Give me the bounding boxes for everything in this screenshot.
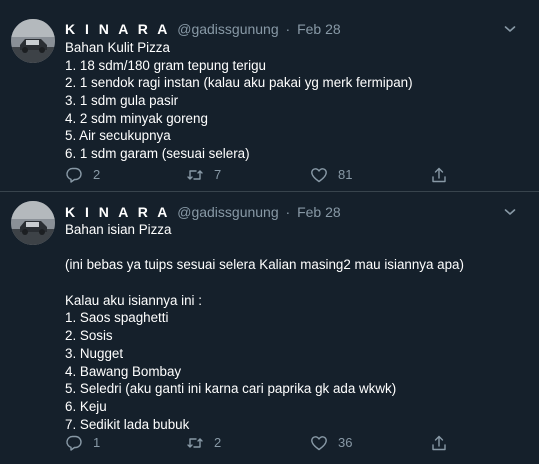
reply-count: 1 bbox=[93, 435, 101, 450]
tweet-line: 1. 18 sdm/180 gram tepung terigu bbox=[65, 57, 266, 73]
tweet-line: 6. Keju bbox=[65, 398, 107, 414]
share-button[interactable] bbox=[430, 165, 448, 185]
tweet-line: Kalau aku isiannya ini : bbox=[65, 292, 202, 308]
action-bar: 2 7 81 bbox=[65, 165, 539, 185]
action-bar: 1 2 36 bbox=[65, 433, 539, 453]
like-count: 81 bbox=[338, 167, 353, 182]
tweet-line: 5. Air secukupnya bbox=[65, 128, 171, 144]
retweet-button[interactable]: 7 bbox=[186, 165, 221, 185]
share-icon bbox=[432, 435, 446, 451]
tweet[interactable]: K I N A R A @gadissgunung · Feb 28 Bahan… bbox=[0, 0, 539, 192]
tweet-text: Bahan Kulit Pizza 1. 18 sdm/180 gram tep… bbox=[65, 39, 529, 163]
tweet-line: 5. Seledri (aku ganti ini karna cari pap… bbox=[65, 381, 397, 397]
tweet-date[interactable]: Feb 28 bbox=[297, 21, 341, 37]
chevron-down-icon[interactable] bbox=[501, 203, 519, 221]
like-button[interactable]: 36 bbox=[310, 433, 352, 453]
tweet-text: Bahan isian Pizza (ini bebas ya tuips se… bbox=[65, 221, 529, 433]
reply-button[interactable]: 2 bbox=[65, 165, 100, 185]
tweet-line: Bahan isian Pizza bbox=[65, 222, 172, 237]
tweet-line: 4. Bawang Bombay bbox=[65, 363, 182, 379]
tweet-line: Bahan Kulit Pizza bbox=[65, 40, 170, 55]
share-button[interactable] bbox=[430, 433, 448, 453]
tweet-line: 2. Sosis bbox=[65, 328, 113, 344]
reply-button[interactable]: 1 bbox=[65, 433, 100, 453]
heart-icon bbox=[311, 436, 327, 451]
timeline: K I N A R A @gadissgunung · Feb 28 Bahan… bbox=[0, 0, 539, 464]
like-button[interactable]: 81 bbox=[310, 165, 352, 185]
reply-count: 2 bbox=[93, 167, 101, 182]
tweet-line: 2. 1 sendok ragi instan (kalau aku pakai… bbox=[65, 75, 413, 91]
retweet-icon bbox=[187, 170, 203, 180]
reply-icon bbox=[66, 435, 82, 451]
tweet-line: (ini bebas ya tuips sesuai selera Kalian… bbox=[65, 257, 464, 273]
share-icon bbox=[432, 167, 446, 183]
tweet-line: 4. 2 sdm minyak goreng bbox=[65, 110, 208, 126]
display-name[interactable]: K I N A R A bbox=[65, 204, 170, 220]
tweet-header: K I N A R A @gadissgunung · Feb 28 bbox=[65, 20, 527, 38]
reply-icon bbox=[66, 167, 82, 183]
handle[interactable]: @gadissgunung bbox=[177, 204, 278, 220]
retweet-count: 7 bbox=[214, 167, 222, 182]
avatar[interactable] bbox=[11, 19, 55, 63]
retweet-button[interactable]: 2 bbox=[186, 433, 221, 453]
tweet-header: K I N A R A @gadissgunung · Feb 28 bbox=[65, 203, 527, 221]
display-name[interactable]: K I N A R A bbox=[65, 21, 170, 37]
tweet-line: 1. Saos spaghetti bbox=[65, 310, 169, 326]
tweet-line: 3. 1 sdm gula pasir bbox=[65, 93, 179, 109]
like-count: 36 bbox=[338, 435, 353, 450]
tweet-date[interactable]: Feb 28 bbox=[297, 204, 341, 220]
retweet-icon bbox=[187, 438, 203, 448]
heart-icon bbox=[311, 168, 327, 183]
avatar[interactable] bbox=[11, 201, 55, 245]
separator: · bbox=[285, 204, 291, 220]
separator: · bbox=[285, 21, 291, 37]
retweet-count: 2 bbox=[214, 435, 222, 450]
handle[interactable]: @gadissgunung bbox=[177, 21, 278, 37]
tweet-line: 3. Nugget bbox=[65, 345, 124, 361]
tweet-line: 7. Sedikit lada bubuk bbox=[65, 416, 190, 432]
tweet-line: 6. 1 sdm garam (sesuai selera) bbox=[65, 146, 250, 162]
tweet[interactable]: K I N A R A @gadissgunung · Feb 28 Bahan… bbox=[0, 193, 539, 464]
chevron-down-icon[interactable] bbox=[501, 20, 519, 38]
